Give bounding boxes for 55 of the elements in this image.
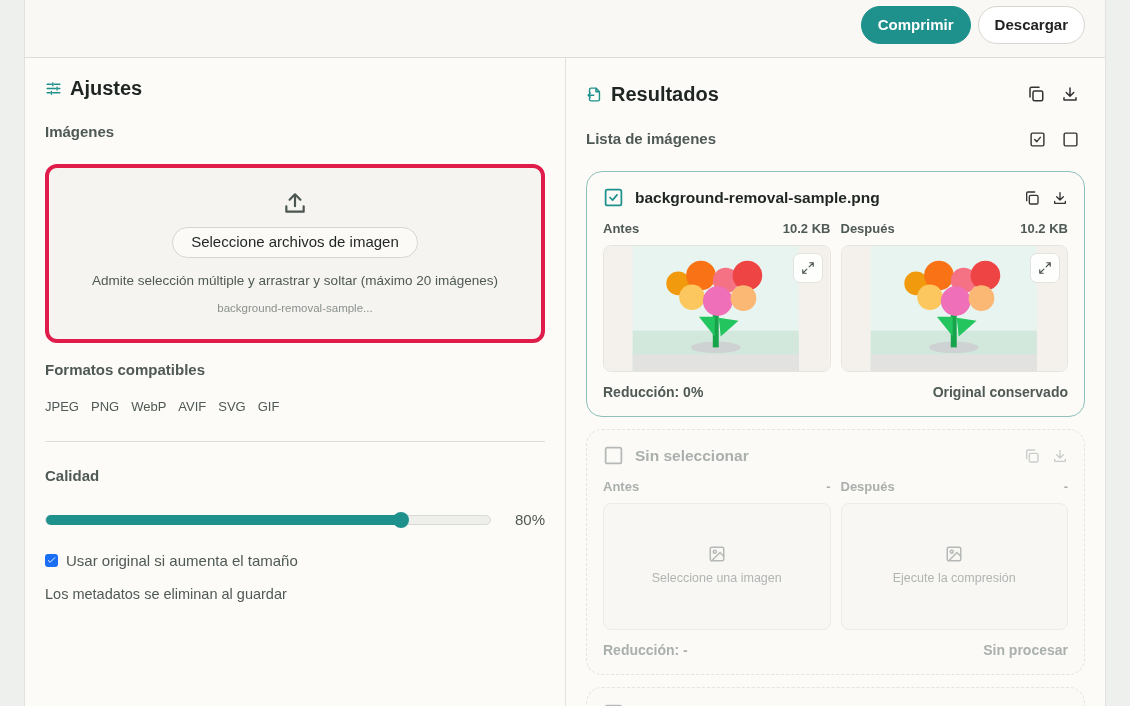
expand-icon bbox=[1038, 260, 1052, 275]
section-label: Lista de imágenes bbox=[586, 129, 717, 149]
column-label: Antes bbox=[603, 477, 640, 495]
image-icon bbox=[707, 544, 726, 563]
status-text: Sin procesar bbox=[983, 640, 1068, 660]
checkbox[interactable] bbox=[45, 554, 58, 568]
download-icon[interactable] bbox=[1061, 85, 1079, 103]
copy-icon[interactable] bbox=[1024, 189, 1040, 206]
select-all-icon[interactable] bbox=[1029, 130, 1046, 148]
file-icon bbox=[586, 85, 603, 103]
expand-icon bbox=[800, 260, 815, 275]
column-label: Antes bbox=[603, 219, 640, 237]
quality-value: 80% bbox=[514, 510, 545, 530]
checked-checkbox-icon[interactable] bbox=[603, 187, 624, 208]
reduction-text: Reducción: 0% bbox=[603, 382, 704, 402]
section-label: Imágenes bbox=[45, 122, 116, 142]
file-title: Sin seleccionar bbox=[635, 445, 749, 466]
file-name: background-removal-sample... bbox=[217, 300, 373, 316]
reduction-text: Reducción: - bbox=[603, 640, 688, 660]
file-title: background-removal-sample.png bbox=[635, 187, 880, 208]
format-label: WebP bbox=[131, 398, 167, 416]
checkbox-icon[interactable] bbox=[603, 445, 624, 466]
quality-slider[interactable] bbox=[45, 515, 491, 526]
placeholder-text: Seleccione una imagen bbox=[651, 569, 782, 587]
format-label: GIF bbox=[257, 398, 280, 416]
file-size: 10.2 KB bbox=[782, 219, 831, 237]
hint-text: Admite selección múltiple y arrastrar y soltar (máximo 20 imágenes) bbox=[92, 271, 498, 290]
file-size: - bbox=[826, 477, 831, 495]
slider-thumb[interactable] bbox=[393, 512, 410, 529]
note-text: Los metadatos se eliminan al guardar bbox=[45, 585, 288, 604]
section-label: Calidad bbox=[45, 465, 101, 486]
section-label: Formatos compatibles bbox=[45, 359, 207, 380]
sliders-icon bbox=[45, 79, 62, 97]
file-size: - bbox=[1063, 477, 1068, 495]
column-label: Después bbox=[840, 219, 895, 237]
deselect-all-icon[interactable] bbox=[1062, 130, 1079, 148]
placeholder-text: Ejecute la compresión bbox=[892, 569, 1016, 587]
status-text: Original conservado bbox=[932, 382, 1068, 402]
download-icon[interactable] bbox=[1052, 189, 1068, 206]
format-label: PNG bbox=[90, 398, 120, 416]
column-label: Después bbox=[840, 477, 895, 495]
checkbox-label: Usar original si aumenta el tamaño bbox=[66, 550, 298, 571]
file-size: 10.2 KB bbox=[1020, 219, 1068, 237]
section-title: Ajustes bbox=[70, 76, 143, 101]
format-label: AVIF bbox=[178, 398, 207, 416]
download-button[interactable]: Descargar bbox=[977, 6, 1085, 44]
expand-button[interactable] bbox=[1030, 252, 1060, 283]
drop-zone[interactable]: Seleccione archivos de imagen Admite selección múltiple y arrastrar y soltar (máximo 20 imágenes) background-removal-sample... bbox=[45, 163, 545, 343]
format-label: JPEG bbox=[45, 398, 79, 416]
format-label: SVG bbox=[218, 398, 246, 416]
section-title: Resultados bbox=[611, 82, 719, 107]
image-icon bbox=[945, 544, 964, 563]
copy-icon[interactable] bbox=[1027, 85, 1045, 103]
compress-button[interactable]: Comprimir bbox=[860, 6, 971, 44]
select-files-button[interactable]: Seleccione archivos de imagen bbox=[172, 226, 418, 258]
